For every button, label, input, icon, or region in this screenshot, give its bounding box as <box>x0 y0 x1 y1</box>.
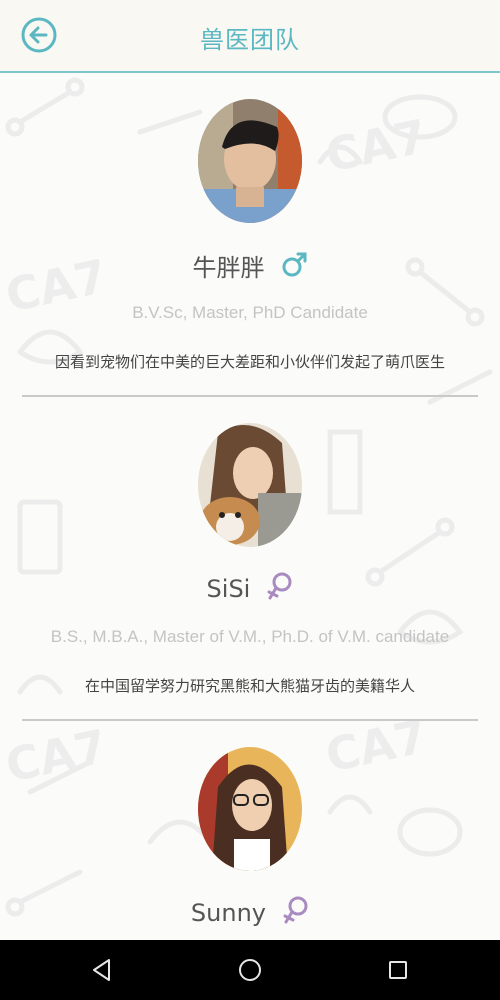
female-symbol-icon <box>283 896 309 930</box>
vet-degree: B.V.Sc, Master, PhD Candidate <box>132 303 368 322</box>
vet-name-row: Sunny <box>0 896 500 936</box>
avatar <box>198 423 302 547</box>
nav-recents-square-icon <box>389 961 407 979</box>
system-nav-bar <box>0 940 500 1000</box>
vet-bio: 在中国留学努力研究黑熊和大熊猫牙齿的美籍华人 <box>84 677 415 695</box>
vet-name: SiSi <box>206 575 251 603</box>
avatar <box>198 99 302 223</box>
nav-back-triangle-icon <box>93 959 110 981</box>
vet-card[interactable]: 牛胖胖 B.V.Sc, Master, PhD Candidate 因看到宠物们… <box>0 73 500 397</box>
nav-recents-button[interactable] <box>385 957 411 983</box>
vet-name-row: 牛胖胖 <box>0 248 500 288</box>
nav-home-button[interactable] <box>237 957 263 983</box>
vet-list[interactable]: 牛胖胖 B.V.Sc, Master, PhD Candidate 因看到宠物们… <box>0 73 500 940</box>
app-screen: CA7 CA7 CA7 CA7 兽医团队 牛胖胖 B.V.Sc, Master,… <box>0 0 500 940</box>
male-symbol-icon <box>282 250 308 282</box>
avatar <box>198 747 302 871</box>
female-symbol-icon <box>267 572 293 606</box>
vet-name: Sunny <box>190 899 266 927</box>
page-title: 兽医团队 <box>200 26 300 54</box>
vet-card[interactable]: SiSi B.S., M.B.A., Master of V.M., Ph.D.… <box>0 397 500 721</box>
vet-bio: 因看到宠物们在中美的巨大差距和小伙伴们发起了萌爪医生 <box>54 353 445 371</box>
nav-home-circle-icon <box>239 959 261 981</box>
nav-back-button[interactable] <box>89 957 115 983</box>
vet-card[interactable]: Sunny <box>0 721 500 940</box>
vet-degree: B.S., M.B.A., Master of V.M., Ph.D. of V… <box>50 627 450 646</box>
vet-name: 牛胖胖 <box>192 254 265 282</box>
header-bar: 兽医团队 <box>0 0 500 73</box>
vet-name-row: SiSi <box>0 572 500 612</box>
